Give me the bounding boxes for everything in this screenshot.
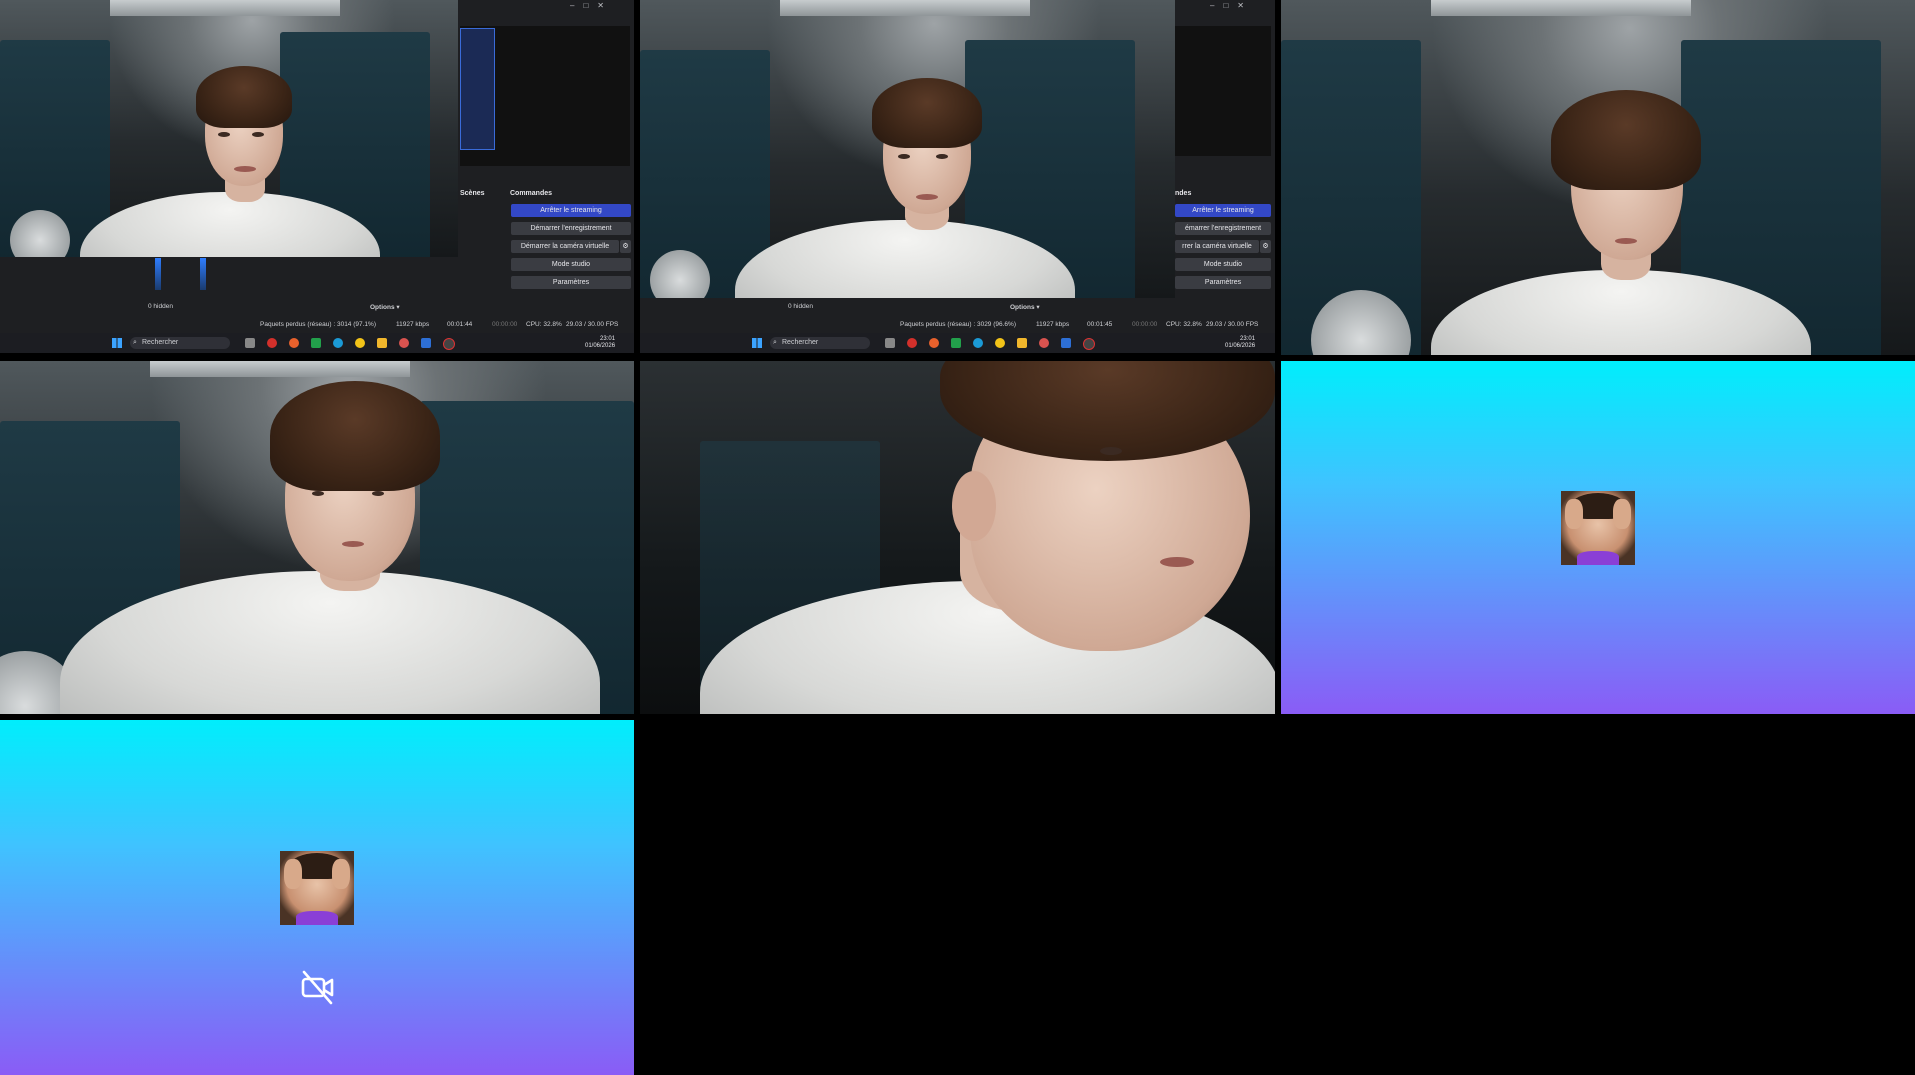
hidden-count: 0 hidden bbox=[148, 303, 173, 310]
start-record-button[interactable]: émarrer l'enregistrement bbox=[1175, 222, 1271, 235]
status-cpu: CPU: 32.8% bbox=[1166, 321, 1202, 328]
status-rec-time: 00:00:00 bbox=[1132, 321, 1158, 328]
app-icon-3[interactable] bbox=[951, 338, 961, 348]
windows-start-icon[interactable] bbox=[112, 338, 122, 348]
search-icon: ⌕ bbox=[133, 339, 137, 346]
search-placeholder: Rechercher bbox=[142, 339, 179, 346]
taskbar-clock: 23:01 01/06/2026 bbox=[585, 336, 615, 350]
file-explorer-icon[interactable] bbox=[1017, 338, 1027, 348]
taskview-icon[interactable] bbox=[885, 338, 895, 348]
participant-avatar bbox=[1561, 491, 1635, 565]
video-tile-4[interactable] bbox=[0, 361, 634, 714]
app-icon-1[interactable] bbox=[267, 338, 277, 348]
commands-panel-title: ndes bbox=[1175, 190, 1192, 197]
clock-date: 01/06/2026 bbox=[585, 343, 616, 349]
video-tile-7-camera-off[interactable] bbox=[0, 720, 634, 1075]
status-kbps: 11927 kbps bbox=[1036, 321, 1070, 328]
windows-start-icon[interactable] bbox=[752, 338, 762, 348]
studio-mode-button[interactable]: Mode studio bbox=[511, 258, 631, 271]
firefox-icon[interactable] bbox=[929, 338, 939, 348]
taskbar-search[interactable]: ⌕ Rechercher bbox=[130, 337, 230, 349]
chrome-icon[interactable] bbox=[1039, 338, 1049, 348]
search-placeholder: Rechercher bbox=[782, 339, 819, 346]
search-icon: ⌕ bbox=[773, 339, 777, 346]
status-stream-time: 00:01:44 bbox=[447, 321, 473, 328]
webcam-preview bbox=[640, 0, 1175, 298]
start-vcam-button[interactable]: Démarrer la caméra virtuelle bbox=[511, 240, 619, 253]
video-tile-1[interactable]: –□✕ Scènes Commandes Arrêter le streamin… bbox=[0, 0, 634, 355]
firefox-icon[interactable] bbox=[289, 338, 299, 348]
start-vcam-button[interactable]: rrer la caméra virtuelle bbox=[1175, 240, 1259, 253]
empty-grid-area bbox=[640, 714, 1915, 1075]
status-packets: Paquets perdus (réseau) : 3014 (97.1%) bbox=[260, 321, 376, 328]
ear bbox=[952, 471, 996, 541]
studio-mode-button[interactable]: Mode studio bbox=[1175, 258, 1271, 271]
windows-taskbar: ⌕ Rechercher 23:01 01/06/2026 bbox=[0, 333, 634, 353]
app-icon-8[interactable] bbox=[1061, 338, 1071, 348]
start-record-button[interactable]: Démarrer l'enregistrement bbox=[511, 222, 631, 235]
clock-date: 01/06/2026 bbox=[1225, 343, 1256, 349]
stop-stream-button[interactable]: Arrêter le streaming bbox=[1175, 204, 1271, 217]
app-icon-5[interactable] bbox=[995, 338, 1005, 348]
taskbar-search[interactable]: ⌕ Rechercher bbox=[770, 337, 870, 349]
status-cpu: CPU: 32.8% bbox=[526, 321, 562, 328]
taskbar-clock: 23:01 01/06/2026 bbox=[1225, 336, 1255, 350]
video-tile-5[interactable] bbox=[640, 361, 1275, 714]
status-packets: Paquets perdus (réseau) : 3029 (96.6%) bbox=[900, 321, 1016, 328]
obs-preview bbox=[460, 26, 630, 166]
app-icon-8[interactable] bbox=[421, 338, 431, 348]
app-icon-3[interactable] bbox=[311, 338, 321, 348]
video-tile-2[interactable]: –□✕ ndes Arrêter le streaming émarrer l'… bbox=[640, 0, 1275, 355]
status-kbps: 11927 kbps bbox=[396, 321, 430, 328]
vcam-settings-gear-icon[interactable]: ⚙ bbox=[1260, 240, 1271, 253]
app-icon-1[interactable] bbox=[907, 338, 917, 348]
taskview-icon[interactable] bbox=[245, 338, 255, 348]
app-icon-5[interactable] bbox=[355, 338, 365, 348]
status-stream-time: 00:01:45 bbox=[1087, 321, 1113, 328]
edge-icon[interactable] bbox=[973, 338, 983, 348]
file-explorer-icon[interactable] bbox=[377, 338, 387, 348]
webcam-preview bbox=[0, 0, 458, 257]
options-label: Options bbox=[370, 304, 395, 311]
options-label: Options bbox=[1010, 304, 1035, 311]
clock-time: 23:01 bbox=[600, 336, 616, 342]
window-controls[interactable]: –□✕ bbox=[1210, 1, 1253, 10]
vcam-settings-gear-icon[interactable]: ⚙ bbox=[620, 240, 631, 253]
camera-off-icon bbox=[301, 970, 334, 1005]
participant-avatar bbox=[280, 851, 354, 925]
video-tile-6-camera-off[interactable] bbox=[1281, 361, 1915, 714]
stop-stream-button[interactable]: Arrêter le streaming bbox=[511, 204, 631, 217]
windows-taskbar: ⌕ Rechercher 23:01 01/06/2026 bbox=[640, 333, 1275, 353]
status-rec-time: 00:00:00 bbox=[492, 321, 518, 328]
chrome-icon[interactable] bbox=[399, 338, 409, 348]
settings-button[interactable]: Paramètres bbox=[511, 276, 631, 289]
status-fps: 29.03 / 30.00 FPS bbox=[566, 321, 619, 328]
options-dropdown[interactable]: Options ▾ bbox=[1010, 303, 1040, 311]
edge-icon[interactable] bbox=[333, 338, 343, 348]
scenes-panel-title: Scènes bbox=[460, 190, 485, 197]
video-tile-3[interactable] bbox=[1281, 0, 1915, 355]
options-dropdown[interactable]: Options ▾ bbox=[370, 303, 400, 311]
settings-button[interactable]: Paramètres bbox=[1175, 276, 1271, 289]
obs-icon[interactable] bbox=[443, 338, 455, 350]
obs-icon[interactable] bbox=[1083, 338, 1095, 350]
window-controls[interactable]: –□✕ bbox=[570, 1, 613, 10]
clock-time: 23:01 bbox=[1240, 336, 1256, 342]
commands-panel-title: Commandes bbox=[510, 190, 553, 197]
status-fps: 29.03 / 30.00 FPS bbox=[1206, 321, 1259, 328]
hidden-count: 0 hidden bbox=[788, 303, 813, 310]
